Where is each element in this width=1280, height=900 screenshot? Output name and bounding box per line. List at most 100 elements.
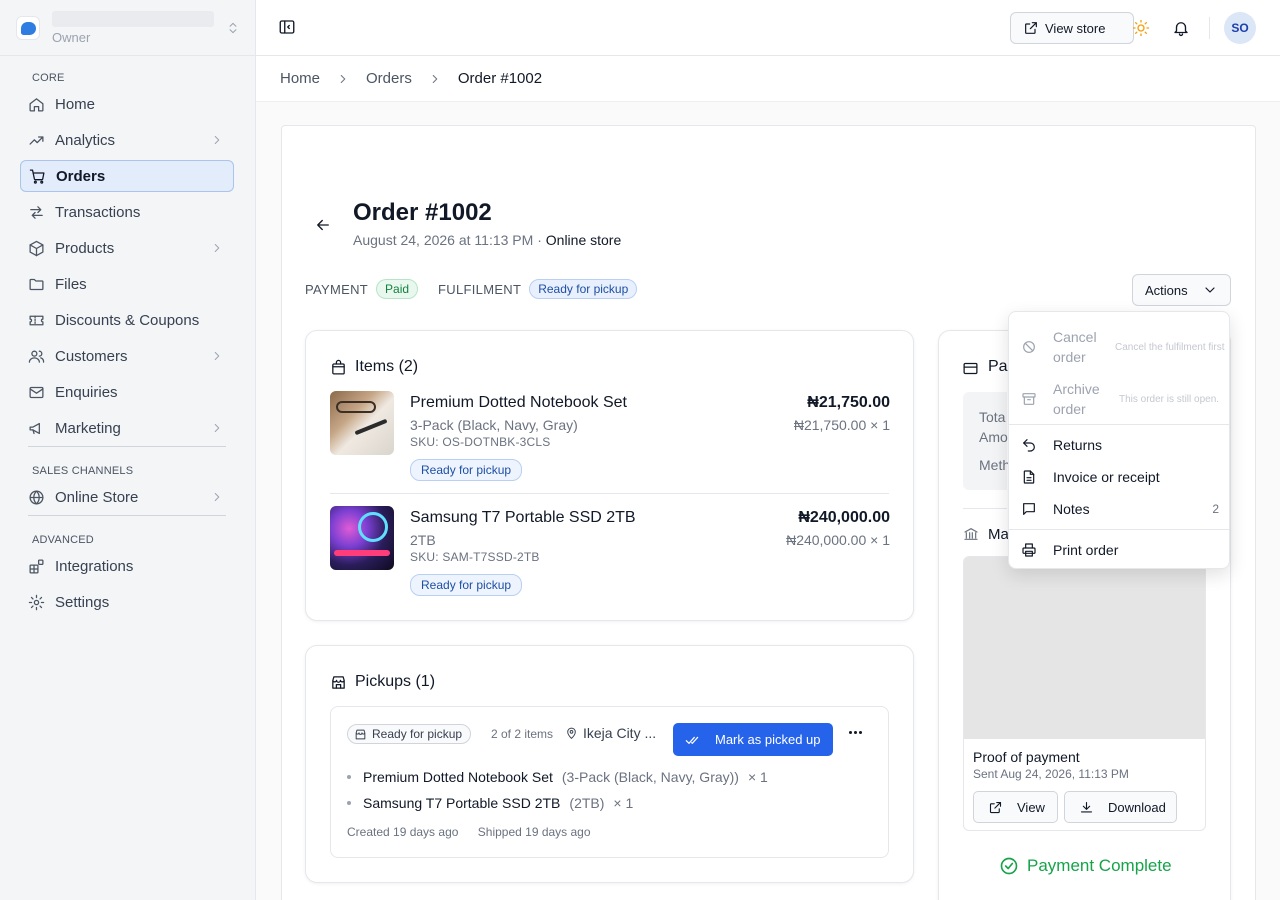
sidebar-section-advanced: ADVANCED [32,534,94,546]
mark-picked-up-button[interactable]: Mark as picked up [673,723,833,756]
globe-icon [29,489,44,505]
ticket-icon [29,315,44,325]
blocks-icon [29,558,44,574]
store-switcher[interactable]: Owner [16,8,240,48]
sidebar: Owner CORE Home Analytics Orders Transac… [0,0,256,900]
order-status-row: PAYMENT Paid FULFILMENT Ready for pickup [305,279,638,299]
item-variant: 3-Pack (Black, Navy, Gray) [410,417,578,433]
trending-up-icon [29,135,44,145]
item-name[interactable]: Samsung T7 Portable SSD 2TB [410,509,636,527]
pickup-item-count: 2 of 2 items [491,727,554,741]
check-circle-icon [1000,857,1018,875]
sidebar-item-transactions[interactable]: Transactions [20,196,234,228]
sidebar-section-core: CORE [32,72,65,84]
payment-panel-title: Pa [988,358,1008,375]
payment-complete-status: Payment Complete [999,856,1172,876]
double-check-icon [685,736,699,744]
view-proof-button[interactable]: View [973,791,1058,823]
breadcrumb-orders[interactable]: Orders [366,70,412,87]
proof-image[interactable] [964,557,1205,739]
sidebar-item-home[interactable]: Home [20,88,234,120]
sidebar-toggle-icon[interactable] [278,18,296,36]
items-panel-title: Items (2) [330,358,418,376]
item-price: ₦21,750.00 [807,394,890,411]
breadcrumb-home[interactable]: Home [280,70,320,87]
gear-icon [28,594,45,610]
item-status-badge: Ready for pickup [410,459,523,481]
sidebar-item-discounts[interactable]: Discounts & Coupons [20,304,234,336]
chevron-right-icon [214,135,220,145]
sidebar-item-settings[interactable]: Settings [20,586,234,618]
printer-icon [1022,543,1036,557]
menu-item-notes[interactable]: Notes 2 [1009,493,1229,525]
actions-button[interactable]: Actions [1132,274,1231,306]
item-unit-price: ₦240,000.00 × 1 [786,532,890,548]
shopping-bag-icon [332,359,345,375]
item-price: ₦240,000.00 [798,509,890,526]
chevron-right-icon [214,423,220,433]
page-title: Order #1002 [353,199,492,226]
pickup-line-item: Premium Dotted Notebook Set (3-Pack (Bla… [347,769,768,785]
chevron-right-icon [340,74,346,83]
menu-item-print-order[interactable]: Print order [1009,534,1229,566]
item-status-badge: Ready for pickup [410,574,523,596]
sidebar-section-sales-channels: SALES CHANNELS [32,465,134,477]
pickups-panel-title: Pickups (1) [330,673,435,691]
list-item: Samsung T7 Portable SSD 2TB 2TB SKU: SAM… [330,506,890,606]
store-logo [16,16,40,40]
map-pin-icon [567,727,576,739]
proof-of-payment-card: Proof of payment Sent Aug 24, 2026, 11:1… [963,556,1206,831]
credit-card-icon [963,362,978,375]
box-icon [29,240,44,256]
arrows-left-right-icon [30,205,43,219]
sidebar-item-integrations[interactable]: Integrations [20,550,234,582]
sidebar-item-products[interactable]: Products [20,232,234,264]
chevron-right-icon [214,351,220,361]
chevron-right-icon [214,243,220,253]
sidebar-item-analytics[interactable]: Analytics [20,124,234,156]
sun-icon[interactable] [1132,19,1150,37]
store-icon [332,675,345,689]
menu-item-archive-order[interactable]: Archive order This order is still open. [1009,378,1229,420]
topbar: View store SO [256,0,1280,56]
payment-status-badge: Paid [376,279,419,299]
ban-icon [1023,341,1035,353]
item-name[interactable]: Premium Dotted Notebook Set [410,394,627,412]
download-proof-button[interactable]: Download [1064,791,1177,823]
order-subtitle: August 24, 2026 at 11:13 PM · Online sto… [353,232,622,248]
avatar[interactable]: SO [1224,12,1256,44]
store-name [52,11,214,27]
menu-item-returns[interactable]: Returns [1009,429,1229,461]
item-variant: 2TB [410,532,436,548]
document-icon [1023,470,1035,484]
bell-icon[interactable] [1172,19,1190,37]
store-icon [355,729,366,739]
cart-icon [29,168,45,184]
pickup-status-badge: Ready for pickup [347,724,472,744]
chevron-up-down-icon [229,22,237,34]
bank-icon [964,528,978,540]
sidebar-item-files[interactable]: Files [20,268,234,300]
breadcrumb: Home Orders Order #1002 [256,56,1280,102]
menu-item-invoice[interactable]: Invoice or receipt [1009,461,1229,493]
sidebar-item-orders[interactable]: Orders [20,160,234,192]
fulfilment-status-badge: Ready for pickup [529,279,638,299]
menu-item-cancel-order[interactable]: Cancel order Cancel the fulfilment first [1009,326,1229,368]
archive-icon [1022,393,1036,405]
pickup-line-item: Samsung T7 Portable SSD 2TB (2TB) × 1 [347,795,633,811]
chevron-right-icon [432,74,438,83]
sidebar-item-marketing[interactable]: Marketing [20,412,234,444]
view-store-button[interactable]: View store [1010,12,1134,44]
item-sku: SKU: SAM-T7SSD-2TB [410,550,540,564]
undo-icon [1023,439,1035,452]
more-options-icon[interactable] [849,731,864,734]
sidebar-item-customers[interactable]: Customers [20,340,234,372]
sidebar-item-online-store[interactable]: Online Store [20,481,234,513]
breadcrumb-current: Order #1002 [457,70,543,87]
notes-count: 2 [1212,502,1219,516]
item-sku: SKU: OS-DOTNBK-3CLS [410,435,551,449]
home-icon [29,97,44,112]
item-unit-price: ₦21,750.00 × 1 [793,417,890,433]
sidebar-item-enquiries[interactable]: Enquiries [20,376,234,408]
back-arrow-icon[interactable] [314,216,332,234]
